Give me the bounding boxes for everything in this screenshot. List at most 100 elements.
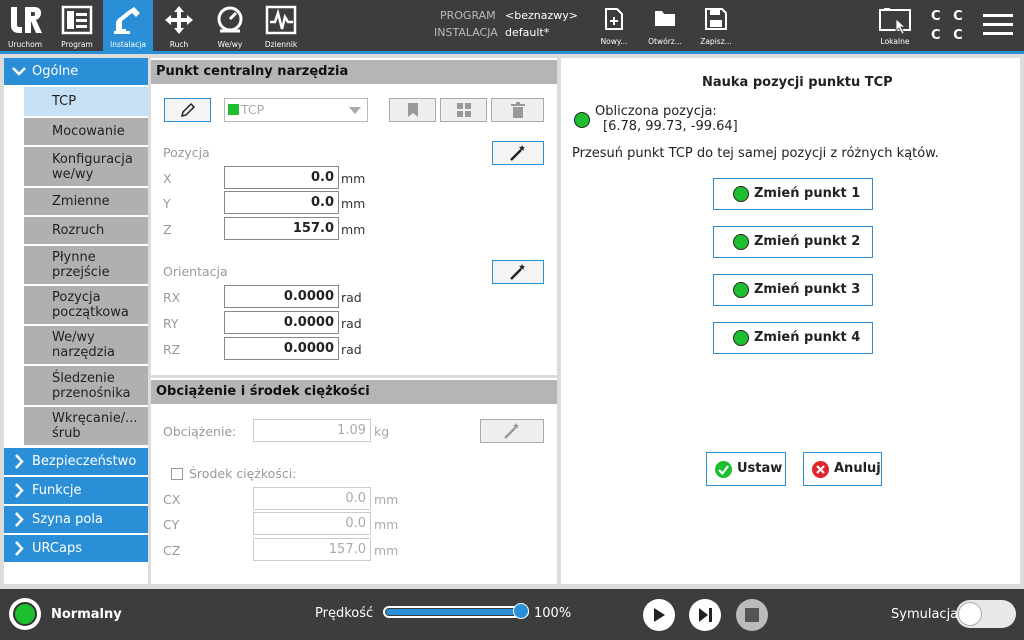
nav-run-button[interactable]: Uruchom xyxy=(0,0,50,52)
move-icon xyxy=(165,6,193,34)
z-unit: mm xyxy=(341,222,366,237)
sidebar-item-safety[interactable]: Bezpieczeństwo xyxy=(4,448,148,475)
point-4-status-indicator xyxy=(733,330,749,346)
sidebar-item-label: Szyna pola xyxy=(32,512,103,527)
rz-unit: rad xyxy=(341,342,362,357)
cy-label: CY xyxy=(163,517,180,532)
x-input[interactable]: 0.0 xyxy=(224,166,339,189)
sidebar-subitem-mounting[interactable]: Mocowanie xyxy=(24,118,148,145)
cy-input[interactable]: 0.0 xyxy=(253,512,371,535)
add-icon xyxy=(456,103,471,117)
add-tcp-button[interactable] xyxy=(440,98,487,122)
set-button[interactable]: Ustaw xyxy=(706,452,786,486)
tcp-select[interactable]: TCP xyxy=(224,98,368,122)
sidebar-subitem-variables[interactable]: Zmienne xyxy=(24,188,148,215)
subitem-label: Wkręcanie/... śrub xyxy=(52,411,138,441)
cx-input[interactable]: 0.0 xyxy=(253,487,371,510)
sidebar-item-urcaps[interactable]: URCaps xyxy=(4,535,148,562)
play-button[interactable] xyxy=(643,599,675,631)
power-status-button[interactable] xyxy=(9,598,41,630)
sidebar-item-general[interactable]: Ogólne xyxy=(4,58,148,85)
pencil-icon xyxy=(180,102,195,118)
status-indicator-icon xyxy=(13,602,37,626)
z-input[interactable]: 157.0 xyxy=(224,217,339,240)
cancel-label: Anuluj xyxy=(834,461,881,476)
tcp-panel: Punkt centralny narzędzia TCP Pozycja X … xyxy=(151,58,557,375)
magic-wand-icon xyxy=(504,423,519,439)
sidebar-subitem-screwdriving[interactable]: Wkręcanie/... śrub xyxy=(24,407,148,445)
x-unit: mm xyxy=(341,171,366,186)
step-button[interactable] xyxy=(689,599,721,631)
cz-input[interactable]: 157.0 xyxy=(253,538,371,561)
set-point-1-button[interactable]: Zmień punkt 1 xyxy=(713,178,873,210)
stop-button[interactable] xyxy=(736,599,768,631)
position-wizard-button[interactable] xyxy=(492,141,544,165)
sidebar-subitem-tool-io[interactable]: We/wy narzędzia xyxy=(24,326,148,364)
close-circle-icon xyxy=(812,461,829,478)
sidebar-subitem-smooth-transition[interactable]: Płynne przejście xyxy=(24,246,148,284)
tcp-panel-title: Punkt centralny narzędzia xyxy=(151,60,557,84)
payload-input[interactable]: 1.09 xyxy=(253,419,371,442)
new-button[interactable]: Nowy... xyxy=(589,0,639,52)
set-point-2-button[interactable]: Zmień punkt 2 xyxy=(713,226,873,258)
rx-input[interactable]: 0.0000 xyxy=(224,285,339,308)
sidebar-subitem-io-setup[interactable]: Konfiguracja we/wy xyxy=(24,147,148,186)
position-label: Pozycja xyxy=(163,145,210,160)
set-default-tcp-button[interactable] xyxy=(389,98,436,122)
local-control-button[interactable]: Lokalne xyxy=(870,0,920,52)
teach-instruction: Przesuń punkt TCP do tej samej pozycji z… xyxy=(572,146,939,161)
sidebar-item-fieldbus[interactable]: Szyna pola xyxy=(4,506,148,533)
nav-label: Program xyxy=(61,40,93,49)
local-control-icon xyxy=(879,8,911,35)
set-label: Ustaw xyxy=(737,461,783,476)
edit-tcp-name-button[interactable] xyxy=(164,98,211,122)
chevron-right-icon xyxy=(15,512,24,527)
ry-label: RY xyxy=(163,316,179,331)
rz-input[interactable]: 0.0000 xyxy=(224,337,339,360)
save-icon xyxy=(705,8,727,30)
sidebar-subitem-home[interactable]: Pozycja początkowa xyxy=(24,286,148,324)
orientation-label: Orientacja xyxy=(163,264,228,279)
set-point-4-button[interactable]: Zmień punkt 4 xyxy=(713,322,873,354)
speed-value: 100% xyxy=(534,606,572,621)
cog-checkbox[interactable] xyxy=(171,468,183,480)
ry-input[interactable]: 0.0000 xyxy=(224,311,339,334)
sidebar-subitem-startup[interactable]: Rozruch xyxy=(24,217,148,244)
nav-label: Ruch xyxy=(169,40,189,49)
bookmark-icon xyxy=(407,103,418,117)
local-label: Lokalne xyxy=(880,37,910,46)
set-point-3-button[interactable]: Zmień punkt 3 xyxy=(713,274,873,306)
computed-status-indicator xyxy=(574,112,590,128)
sidebar-subitem-conveyor-tracking[interactable]: Śledzenie przenośnika xyxy=(24,366,148,405)
cy-unit: mm xyxy=(374,517,399,532)
speed-slider-thumb[interactable] xyxy=(513,603,529,619)
checkmark-icon xyxy=(228,104,239,115)
simulation-toggle[interactable] xyxy=(956,600,1016,628)
robot-status: Normalny xyxy=(51,607,122,622)
hamburger-menu-button[interactable] xyxy=(982,12,1014,38)
cancel-button[interactable]: Anuluj xyxy=(803,452,882,486)
open-button[interactable]: Otwórz... xyxy=(640,0,690,52)
nav-log-button[interactable]: Dziennik xyxy=(256,0,306,52)
y-input[interactable]: 0.0 xyxy=(224,191,339,214)
step-icon xyxy=(699,608,712,622)
nav-move-button[interactable]: Ruch xyxy=(154,0,204,52)
delete-tcp-button[interactable] xyxy=(491,98,544,122)
subitem-label: Pozycja początkowa xyxy=(52,290,129,320)
nav-program-button[interactable]: Program xyxy=(52,0,102,52)
sidebar-subitem-tcp[interactable]: TCP xyxy=(24,87,148,116)
point-3-status-indicator xyxy=(733,282,749,298)
sidebar-item-label: Bezpieczeństwo xyxy=(32,454,137,469)
subitem-label: We/wy narzędzia xyxy=(52,330,116,360)
nav-io-button[interactable]: We/wy xyxy=(205,0,255,52)
nav-installation-button[interactable]: Instalacja xyxy=(103,0,153,52)
x-label: X xyxy=(163,171,172,186)
sidebar-item-features[interactable]: Funkcje xyxy=(4,477,148,504)
sidebar: Ogólne TCP Mocowanie Konfiguracja we/wy … xyxy=(4,58,148,584)
speed-slider[interactable] xyxy=(383,603,529,619)
orientation-wizard-button[interactable] xyxy=(492,260,544,284)
save-button[interactable]: Zapisz... xyxy=(691,0,741,52)
point-label: Zmień punkt 4 xyxy=(754,330,861,345)
payload-wizard-button[interactable] xyxy=(480,419,544,443)
computed-position-label: Obliczona pozycja: xyxy=(595,104,717,119)
